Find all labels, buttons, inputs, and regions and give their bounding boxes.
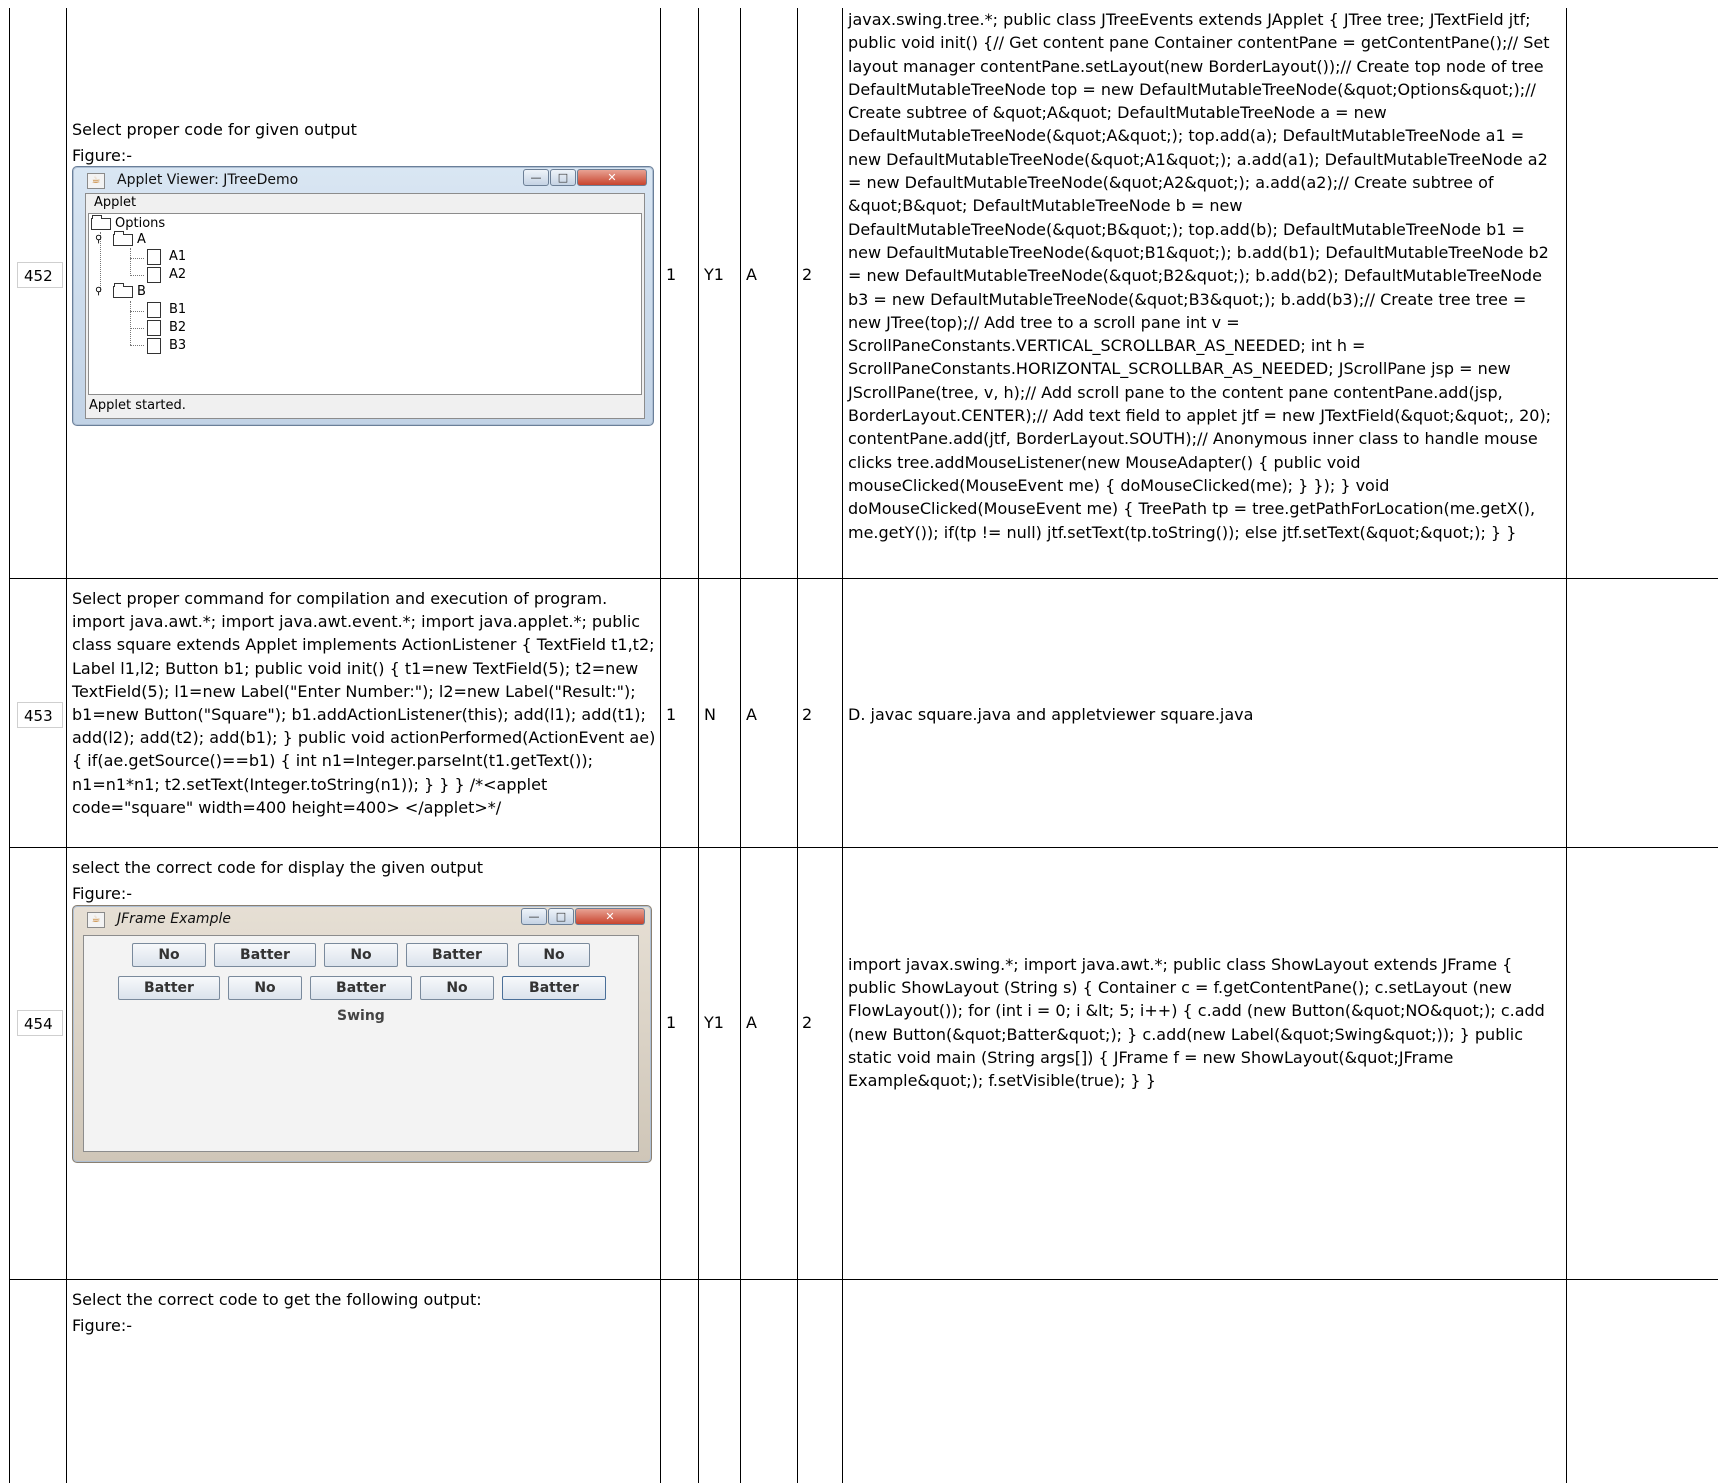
tree-connector xyxy=(130,345,144,346)
tree-node-a: ⚲ A xyxy=(95,231,146,248)
tree-connector xyxy=(130,328,144,329)
expand-handle-icon: ⚲ xyxy=(95,234,103,245)
col-a-value: 1 xyxy=(666,1013,677,1032)
col-b-value: N xyxy=(704,705,716,724)
swing-label: Swing xyxy=(337,1008,385,1024)
col-c-value: A xyxy=(746,265,757,284)
tree-node-a2: A2 xyxy=(147,267,186,283)
jbutton: No xyxy=(518,943,590,967)
tree-connector xyxy=(130,248,131,276)
tree-node-b2: B2 xyxy=(147,320,186,336)
tree-connector xyxy=(130,311,144,312)
col-b-value: Y1 xyxy=(704,1013,724,1032)
tree-node-label: B2 xyxy=(169,320,187,335)
folder-icon xyxy=(113,231,133,246)
file-icon xyxy=(147,249,161,265)
tree-connector xyxy=(130,275,144,276)
tree-node-a1: A1 xyxy=(147,249,186,265)
col-divider xyxy=(66,8,67,1483)
jbutton: No xyxy=(324,943,398,967)
col-b-value: Y1 xyxy=(704,265,724,284)
tree-node-label: Options xyxy=(115,216,166,231)
applet-viewer-figure: ☕ Applet Viewer: JTreeDemo — □ ✕ Applet … xyxy=(72,166,654,426)
answer-text: D. javac square.java and appletviewer sq… xyxy=(848,705,1254,724)
minimize-icon: — xyxy=(523,169,549,186)
tree-node-label: B3 xyxy=(169,338,187,353)
jbutton: Batter xyxy=(502,976,606,1000)
jframe-figure: ☕ JFrame Example — □ ✕ No Batter No Batt… xyxy=(72,905,652,1163)
applet-menu: Applet xyxy=(94,195,137,210)
col-divider xyxy=(1566,8,1567,1483)
maximize-icon: □ xyxy=(548,908,574,925)
jbutton: Batter xyxy=(118,976,220,1000)
col-divider xyxy=(740,8,741,1483)
jbutton: Batter xyxy=(310,976,412,1000)
file-icon xyxy=(147,338,161,354)
question-prompt: select the correct code for display the … xyxy=(72,858,483,877)
tree-node-label: B1 xyxy=(169,302,187,317)
col-d-value: 2 xyxy=(802,1013,813,1032)
applet-status: Applet started. xyxy=(89,398,186,413)
jbutton: No xyxy=(420,976,494,1000)
frame-content: No Batter No Batter No Batter No Batter … xyxy=(83,935,639,1152)
question-prompt: Select proper code for given output xyxy=(72,120,357,139)
figure-label: Figure:- xyxy=(72,884,133,903)
question-number: 453 xyxy=(17,702,63,728)
tree-node-label: A xyxy=(137,232,146,247)
jtree: Options ⚲ A A1 A2 ⚲ B B1 B2 B3 xyxy=(88,213,642,395)
row-divider xyxy=(9,847,1718,848)
figure-label: Figure:- xyxy=(72,146,133,165)
question-number: 454 xyxy=(17,1010,63,1036)
answer-text: javax.swing.tree.*; public class JTreeEv… xyxy=(848,10,1552,542)
col-d-value: 2 xyxy=(802,705,813,724)
col-a-value: 1 xyxy=(666,705,677,724)
close-icon: ✕ xyxy=(575,908,645,925)
jbutton: No xyxy=(228,976,302,1000)
col-divider xyxy=(660,8,661,1483)
file-icon xyxy=(147,302,161,318)
question-number: 452 xyxy=(17,262,63,288)
col-c-value: A xyxy=(746,705,757,724)
tree-node-options: Options xyxy=(91,215,166,232)
folder-icon xyxy=(91,215,111,230)
window-controls: — □ ✕ xyxy=(520,908,645,926)
question-prompt: Select proper command for compilation an… xyxy=(72,589,656,817)
col-a-value: 1 xyxy=(666,265,677,284)
file-icon xyxy=(147,267,161,283)
tree-node-label: B xyxy=(137,284,146,299)
col-divider xyxy=(842,8,843,1483)
figure-label: Figure:- xyxy=(72,1316,133,1335)
folder-icon xyxy=(113,283,133,298)
col-c-value: A xyxy=(746,1013,757,1032)
jbutton: No xyxy=(132,943,206,967)
window-controls: — □ ✕ xyxy=(522,169,647,187)
jbutton: Batter xyxy=(406,943,508,967)
tree-node-b3: B3 xyxy=(147,338,186,354)
question-table: 452 Select proper code for given output … xyxy=(0,0,1718,1483)
file-icon xyxy=(147,320,161,336)
col-d-value: 2 xyxy=(802,265,813,284)
answer-text: import javax.swing.*; import java.awt.*;… xyxy=(848,955,1545,1091)
col-divider xyxy=(698,8,699,1483)
row-divider xyxy=(9,578,1718,579)
jbutton: Batter xyxy=(214,943,316,967)
tree-node-label: A1 xyxy=(169,249,187,264)
applet-body: Applet Options ⚲ A A1 A2 ⚲ B B1 B2 B3 Ap… xyxy=(85,193,645,419)
minimize-icon: — xyxy=(521,908,547,925)
tree-node-label: A2 xyxy=(169,267,187,282)
tree-connector xyxy=(130,301,131,345)
question-prompt: Select the correct code to get the follo… xyxy=(72,1290,482,1309)
tree-node-b1: B1 xyxy=(147,302,186,318)
close-icon: ✕ xyxy=(577,169,647,186)
maximize-icon: □ xyxy=(550,169,576,186)
expand-handle-icon: ⚲ xyxy=(95,286,103,297)
tree-node-b: ⚲ B xyxy=(95,283,146,300)
col-divider xyxy=(9,8,10,1483)
col-divider xyxy=(797,8,798,1483)
row-divider xyxy=(9,1279,1718,1280)
tree-connector xyxy=(130,258,144,259)
